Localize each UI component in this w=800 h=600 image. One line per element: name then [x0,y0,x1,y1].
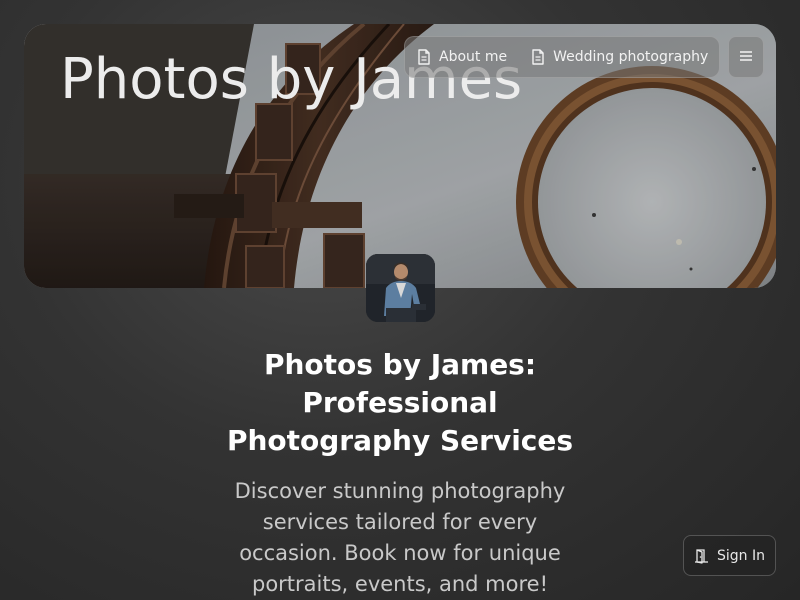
headline-line: Photos by James: [263,348,537,381]
description-line: Discover stunning photography [234,479,566,503]
description-line: occasion. Book now for unique [239,541,561,565]
page-description: Discover stunning photography services t… [205,476,595,600]
sign-in-label: Sign In [717,547,765,564]
headline-line: Professional [302,386,498,419]
nav-item-label: About me [439,49,508,65]
document-icon [531,49,545,65]
avatar [366,254,435,322]
avatar-photo [366,254,435,322]
sign-in-button[interactable]: Sign In [683,535,776,576]
document-icon [417,49,431,65]
top-nav: About me Wedding photography [404,36,720,78]
door-icon [694,548,710,564]
menu-button[interactable] [728,36,764,78]
hamburger-menu-icon [738,48,754,67]
headline-line: Photography Services [226,424,574,457]
description-line: services tailored for every [262,510,538,534]
nav-item-wedding-photography[interactable]: Wedding photography [519,37,720,77]
nav-item-label: Wedding photography [553,49,709,65]
nav-item-about-me[interactable]: About me [405,37,519,77]
page-headline: Photos by James: Professional Photograph… [200,346,600,460]
description-line: portraits, events, and more! [251,572,548,596]
